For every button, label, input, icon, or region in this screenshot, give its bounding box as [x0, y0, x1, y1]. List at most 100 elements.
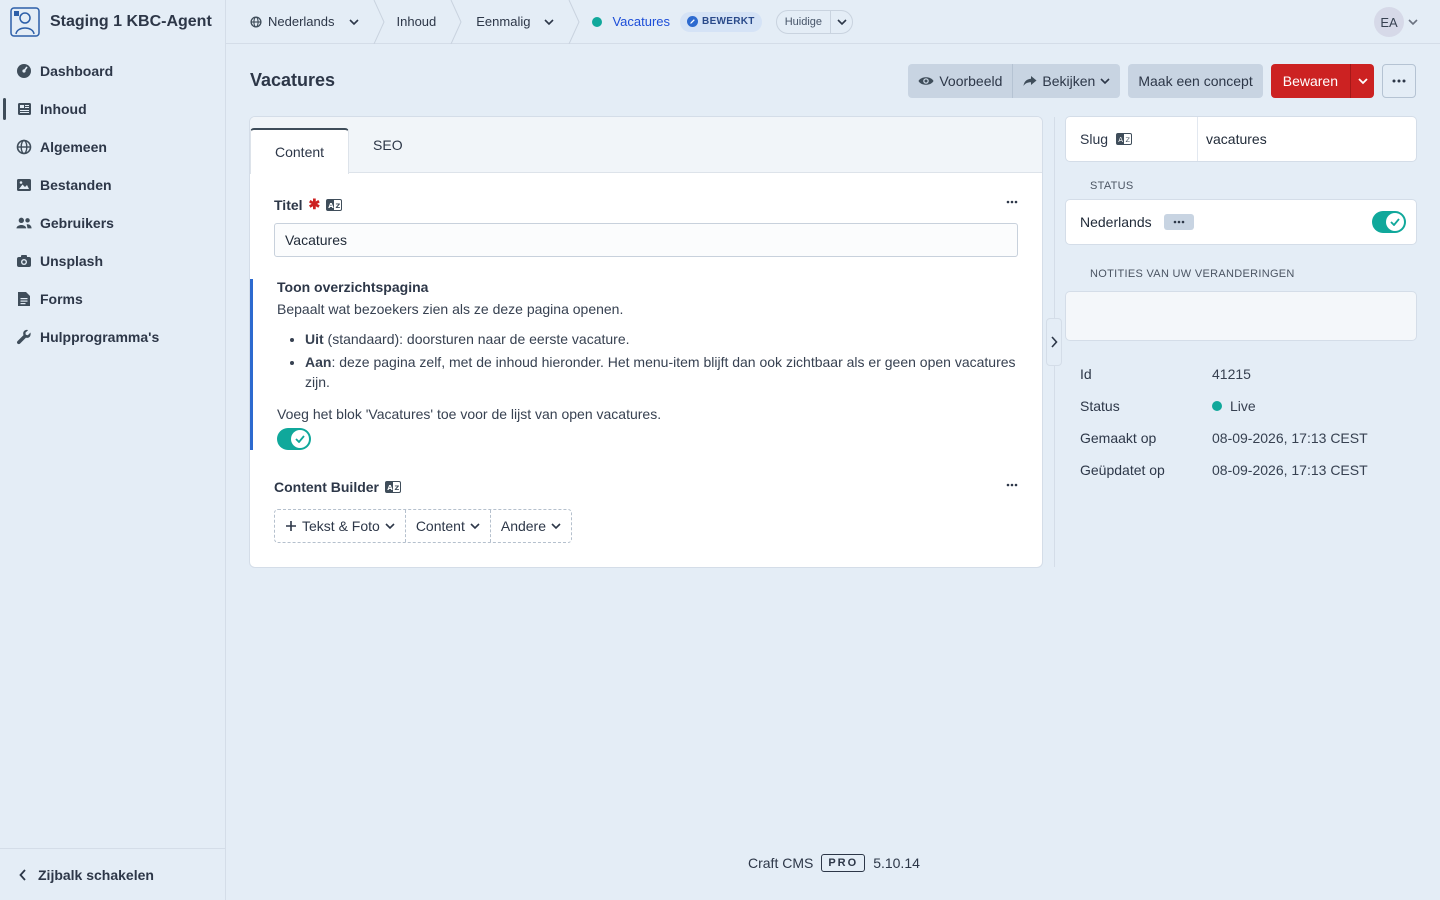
- add-tekst-foto-button[interactable]: Tekst & Foto: [275, 510, 405, 542]
- camera-icon: [16, 253, 32, 269]
- slug-input[interactable]: vacatures: [1198, 117, 1416, 161]
- add-content-button[interactable]: Content: [404, 510, 490, 542]
- more-actions-button[interactable]: [1382, 64, 1416, 98]
- translatable-icon: AZ: [326, 198, 343, 211]
- preview-button[interactable]: Voorbeeld: [908, 64, 1013, 98]
- save-button[interactable]: Bewaren: [1270, 64, 1350, 98]
- site-status-label: Nederlands: [1080, 214, 1152, 230]
- show-overview-description: Bepaalt wat bezoekers zien als ze deze p…: [277, 301, 624, 317]
- nav-label: Forms: [40, 291, 83, 307]
- svg-text:A: A: [328, 202, 334, 210]
- status-heading: STATUS: [1090, 180, 1134, 192]
- site-status-menu-button[interactable]: [1163, 214, 1194, 230]
- user-menu[interactable]: EA: [1374, 7, 1418, 37]
- site-enabled-toggle[interactable]: [1372, 211, 1406, 233]
- breadcrumb-inhoud[interactable]: Inhoud: [385, 0, 451, 44]
- edition-badge: PRO: [821, 854, 866, 872]
- ellipsis-icon: [1006, 483, 1018, 487]
- show-overview-options: Uit (standaard): doorsturen naar de eers…: [277, 329, 1042, 392]
- slug-label-cell: Slug AZ: [1066, 117, 1198, 161]
- image-icon: [16, 177, 32, 193]
- nav-item-gebruikers[interactable]: Gebruikers: [0, 204, 225, 242]
- plus-icon: [286, 521, 296, 531]
- builder-button-label: Andere: [500, 518, 547, 534]
- translatable-icon: AZ: [385, 481, 401, 493]
- nav-item-bestanden[interactable]: Bestanden: [0, 166, 225, 204]
- nav-label: Unsplash: [40, 253, 104, 269]
- nav-item-dashboard[interactable]: Dashboard: [0, 52, 225, 90]
- page-actions: Voorbeeld Bekijken Maak een concept Bewa…: [908, 64, 1416, 98]
- nav-item-algemeen[interactable]: Algemeen: [0, 128, 225, 166]
- meta-key: Geüpdatet op: [1080, 462, 1165, 478]
- nav-item-hulpprogrammas[interactable]: Hulpprogramma's: [0, 318, 225, 356]
- title-field-label: Titel: [274, 196, 303, 213]
- tab-content[interactable]: Content: [250, 128, 350, 174]
- svg-text:Z: Z: [395, 484, 400, 492]
- collapse-sidebar-label: Zijbalk schakelen: [38, 866, 154, 883]
- add-andere-button[interactable]: Andere: [489, 510, 571, 542]
- details-pane-toggle[interactable]: [1046, 318, 1062, 366]
- save-button-group: Bewaren: [1270, 64, 1374, 98]
- field-actions-button[interactable]: [1006, 479, 1018, 491]
- content-builder-label: Content Builder: [274, 479, 379, 495]
- breadcrumb-site-switcher[interactable]: Nederlands: [226, 0, 373, 44]
- builder-button-label: Content: [415, 518, 465, 534]
- nav-item-unsplash[interactable]: Unsplash: [0, 242, 225, 280]
- breadcrumb-entry[interactable]: Vacatures BEWERKT Huidige: [580, 0, 854, 44]
- field-actions-button[interactable]: [1006, 196, 1018, 208]
- live-status-dot: [592, 16, 603, 27]
- nav-label: Inhoud: [40, 101, 87, 117]
- revision-selector[interactable]: Huidige: [775, 9, 854, 34]
- meta-row-created: Gemaakt op 08-09-2026, 17:13 CEST: [1080, 422, 1416, 454]
- notes-heading: NOTITIES VAN UW VERANDERINGEN: [1090, 268, 1295, 280]
- save-menu-button[interactable]: [1350, 64, 1374, 98]
- site-header[interactable]: Staging 1 KBC-Agent: [0, 0, 225, 44]
- tab-seo[interactable]: SEO: [349, 117, 427, 173]
- breadcrumb-eenmalig[interactable]: Eenmalig: [462, 0, 568, 44]
- avatar: EA: [1374, 7, 1404, 37]
- entry-content-card: Content SEO Titel ✱ AZ Toon overzichtspa…: [250, 117, 1042, 567]
- revision-label: Huidige: [784, 15, 823, 28]
- chevron-down-icon: [348, 18, 359, 25]
- title-field-heading: Titel ✱ AZ: [274, 196, 1018, 213]
- option-text: (standaard): doorsturen naar de eerste v…: [323, 331, 630, 347]
- checkmark-icon: [295, 435, 305, 443]
- live-status-dot: [1212, 401, 1222, 411]
- meta-value-wrapper: Live: [1212, 398, 1256, 414]
- nav-item-forms[interactable]: Forms: [0, 280, 225, 318]
- revision-menu-button[interactable]: [830, 10, 852, 33]
- meta-value: 08-09-2026, 17:13 CEST: [1212, 430, 1368, 446]
- sidebar: Staging 1 KBC-Agent Dashboard Inhoud Alg…: [0, 0, 226, 900]
- chevron-down-icon: [1100, 78, 1110, 85]
- main-nav: Dashboard Inhoud Algemeen Bestanden Gebr…: [0, 52, 225, 356]
- top-bar: Nederlands Inhoud Eenmalig Vacatures BEW…: [226, 0, 1440, 44]
- chevron-down-icon: [544, 18, 555, 25]
- content-builder-heading: Content Builder AZ: [274, 479, 1018, 495]
- product-name: Craft CMS: [748, 855, 814, 871]
- show-overview-toggle[interactable]: [277, 428, 311, 450]
- title-input[interactable]: [274, 223, 1018, 257]
- breadcrumb-separator: [450, 0, 462, 44]
- nav-label: Bestanden: [40, 177, 112, 193]
- pencil-icon: [687, 16, 699, 27]
- meta-value: Live: [1230, 398, 1256, 414]
- view-button[interactable]: Bekijken: [1012, 64, 1121, 98]
- breadcrumb-separator: [569, 0, 581, 44]
- option-name: Uit: [305, 331, 324, 347]
- app-footer: Craft CMS PRO 5.10.14: [748, 854, 920, 872]
- required-asterisk-icon: ✱: [308, 196, 321, 212]
- slug-label: Slug: [1080, 131, 1109, 147]
- toggle-knob: [291, 430, 309, 448]
- breadcrumb-entry-label: Vacatures: [612, 14, 671, 29]
- revision-notes-input[interactable]: [1066, 292, 1416, 340]
- chevron-down-icon: [551, 523, 561, 530]
- chevron-down-icon: [470, 523, 480, 530]
- create-draft-button[interactable]: Maak een concept: [1128, 64, 1263, 98]
- meta-key: Id: [1080, 366, 1092, 382]
- document-icon: [16, 291, 32, 307]
- globe-icon: [250, 15, 262, 28]
- nav-item-inhoud[interactable]: Inhoud: [0, 90, 225, 128]
- ellipsis-icon: [1006, 200, 1018, 204]
- meta-key: Gemaakt op: [1080, 430, 1157, 446]
- collapse-sidebar-button[interactable]: Zijbalk schakelen: [0, 848, 225, 900]
